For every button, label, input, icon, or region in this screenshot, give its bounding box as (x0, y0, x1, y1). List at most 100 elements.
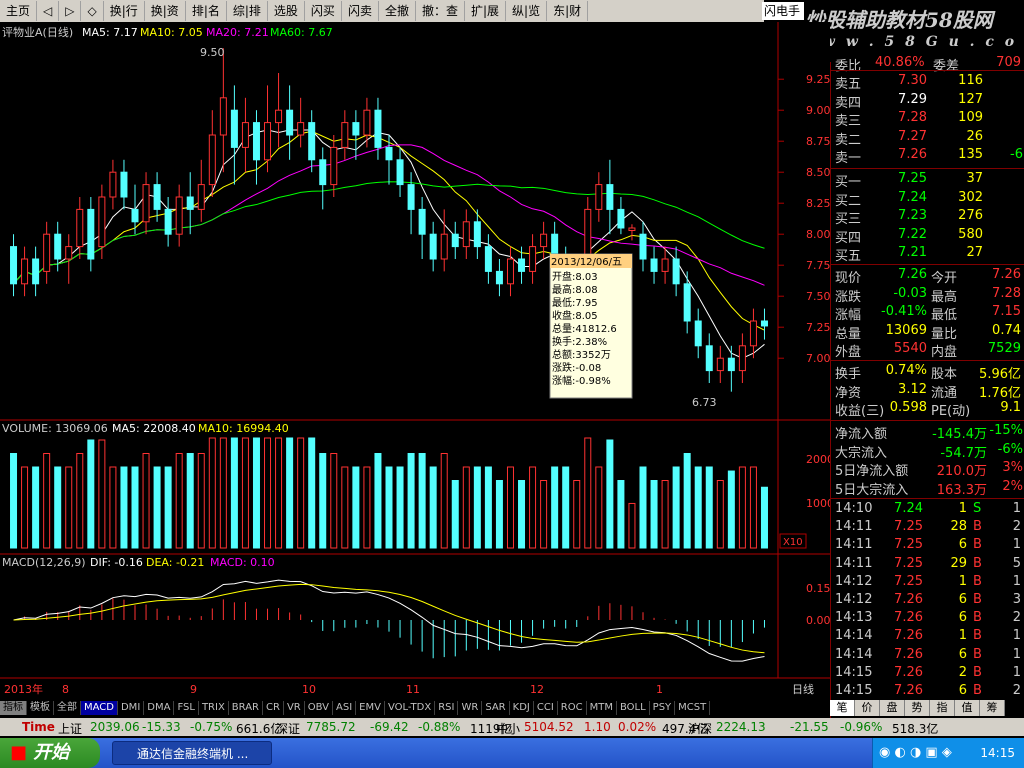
cell: 7.28 (992, 285, 1021, 301)
candle-body (175, 196, 183, 235)
price-tick: 7.25 (806, 321, 830, 334)
indicator-tab-rsi[interactable]: RSI (435, 701, 459, 715)
candle-body (440, 233, 448, 260)
indicator-tab-cr[interactable]: CR (263, 701, 284, 715)
right-tab-0[interactable]: 笔 (830, 700, 855, 716)
tick-row-9: 14:15 7.26 2 B 1 (831, 664, 1024, 682)
volume-bar (451, 480, 459, 549)
candle-body (738, 345, 746, 372)
menu-item-13[interactable]: 扩|展 (465, 1, 507, 21)
indicator-tab-dmi[interactable]: DMI (118, 701, 145, 715)
tick-row-4: 14:12 7.25 1 B 1 (831, 573, 1024, 591)
indicator-tab-mcst[interactable]: MCST (675, 701, 711, 715)
indicator-tab-kdj[interactable]: KDJ (510, 701, 534, 715)
indicator-tab-指标[interactable]: 指标 (0, 701, 27, 715)
menu-item-15[interactable]: 东|财 (547, 1, 589, 21)
menu-item-6[interactable]: 排|名 (186, 1, 227, 21)
indicator-tab-mtm[interactable]: MTM (587, 701, 617, 715)
popup-line: 涨幅:-0.98% (552, 374, 611, 387)
tray-icons[interactable]: ◉ ◐ ◑ ▣ ◈ (879, 745, 952, 760)
menu-item-2[interactable]: ▷ (59, 1, 82, 21)
kline-chart[interactable]: 评物业A(日线) MA5: 7.17 MA10: 7.05 MA20: 7.21… (0, 22, 830, 700)
candle-body (683, 283, 691, 322)
high-annotation: 9.50 (200, 46, 225, 59)
indicator-tab-macd[interactable]: MACD (81, 701, 118, 715)
volume-bar (341, 466, 349, 549)
right-tab-1[interactable]: 价 (855, 700, 880, 716)
ticker-name: 中小 (496, 722, 521, 736)
right-tab-3[interactable]: 势 (905, 700, 930, 716)
candle-body (241, 122, 249, 148)
cell: B (973, 628, 982, 644)
menu-item-10[interactable]: 闪卖 (342, 1, 379, 21)
stat-row-3: 总量 13069 量比 0.74 (831, 322, 1024, 342)
indicator-tab-trix[interactable]: TRIX (199, 701, 229, 715)
low-annotation: 6.73 (692, 396, 717, 409)
indicator-tab-全部[interactable]: 全部 (54, 701, 81, 715)
volume-bar (87, 439, 95, 549)
volume-bar (230, 437, 238, 549)
cell: 6 (958, 646, 967, 662)
indicator-tab-brar[interactable]: BRAR (229, 701, 263, 715)
indicator-tab-fsl[interactable]: FSL (174, 701, 199, 715)
ask-price: 7.30 (898, 73, 927, 88)
indicator-tab-vol-tdx[interactable]: VOL-TDX (385, 701, 436, 715)
indicator-tab-obv[interactable]: OBV (305, 701, 333, 715)
indicator-tab-模板[interactable]: 模板 (27, 701, 54, 715)
indicator-tab-asi[interactable]: ASI (333, 701, 357, 715)
volume-bar (286, 437, 294, 549)
indicator-tab-wr[interactable]: WR (458, 701, 483, 715)
cell: 14:13 (835, 610, 873, 626)
right-tab-4[interactable]: 指 (930, 700, 955, 716)
menu-item-12[interactable]: 撤：查 (416, 1, 465, 21)
cell: B (973, 610, 982, 626)
bid-label: 买一 (835, 175, 862, 190)
bid-volume: 27 (966, 245, 983, 260)
menu-item-3[interactable]: ◇ (81, 1, 104, 21)
menu-item-5[interactable]: 换|资 (145, 1, 186, 21)
period-label[interactable]: 日线 (792, 682, 814, 696)
cell: 40.86% (875, 55, 925, 70)
menu-item-1[interactable]: ◁ (37, 1, 60, 21)
candle-body (760, 320, 768, 327)
candle-body (43, 233, 51, 272)
cell: 7.26 (992, 267, 1021, 282)
taskbar: ■ 开始 通达信金融终端机 ... ◉ ◐ ◑ ▣ ◈ 14:15 (0, 738, 1024, 768)
indicator-tab-cci[interactable]: CCI (534, 701, 558, 715)
menu-item-7[interactable]: 综|排 (227, 1, 268, 21)
time-tick: 8 (62, 683, 69, 696)
volume-bar (650, 480, 658, 549)
cell: 7.26 (898, 267, 927, 282)
menu-item-4[interactable]: 换|行 (104, 1, 145, 21)
cell: S (973, 501, 982, 516)
right-tab-2[interactable]: 盘 (880, 700, 905, 716)
taskbar-app-item[interactable]: 通达信金融终端机 ... (112, 741, 272, 765)
indicator-tab-psy[interactable]: PSY (650, 701, 676, 715)
indicator-tab-dma[interactable]: DMA (144, 701, 175, 715)
indicator-tab-sar[interactable]: SAR (482, 701, 510, 715)
indicator-tab-roc[interactable]: ROC (558, 701, 587, 715)
menu-item-0[interactable]: 主页 (0, 1, 38, 21)
volume-bar (529, 466, 537, 549)
indicator-tab-vr[interactable]: VR (284, 701, 305, 715)
cell: 7.26 (894, 592, 923, 607)
ticker-name: 上证 (58, 722, 83, 736)
vol-ma5-label: MA5: 22008.40 (112, 422, 196, 435)
popup-date: 2013/12/06/五 (551, 257, 622, 268)
indicator-tab-emv[interactable]: EMV (356, 701, 385, 715)
menu-item-14[interactable]: 纵|览 (506, 1, 548, 21)
flash-trade-tab[interactable]: 闪电手 (762, 2, 804, 20)
menu-item-9[interactable]: 闪买 (305, 1, 342, 21)
start-button[interactable]: ■ 开始 (0, 738, 100, 768)
right-tab-5[interactable]: 值 (955, 700, 980, 716)
cell: 2 (1012, 610, 1021, 626)
indicator-tab-boll[interactable]: BOLL (617, 701, 650, 715)
menu-item-8[interactable]: 选股 (268, 1, 305, 21)
clock: 14:15 (980, 746, 1015, 760)
right-tab-6[interactable]: 筹 (980, 700, 1005, 716)
bid-price: 7.25 (898, 171, 927, 186)
bid-volume: 302 (958, 189, 983, 205)
stat2-row-1: 净资 3.12 流通 1.76亿 (831, 381, 1024, 401)
cell: B (973, 555, 982, 571)
menu-item-11[interactable]: 全撤 (379, 1, 416, 21)
